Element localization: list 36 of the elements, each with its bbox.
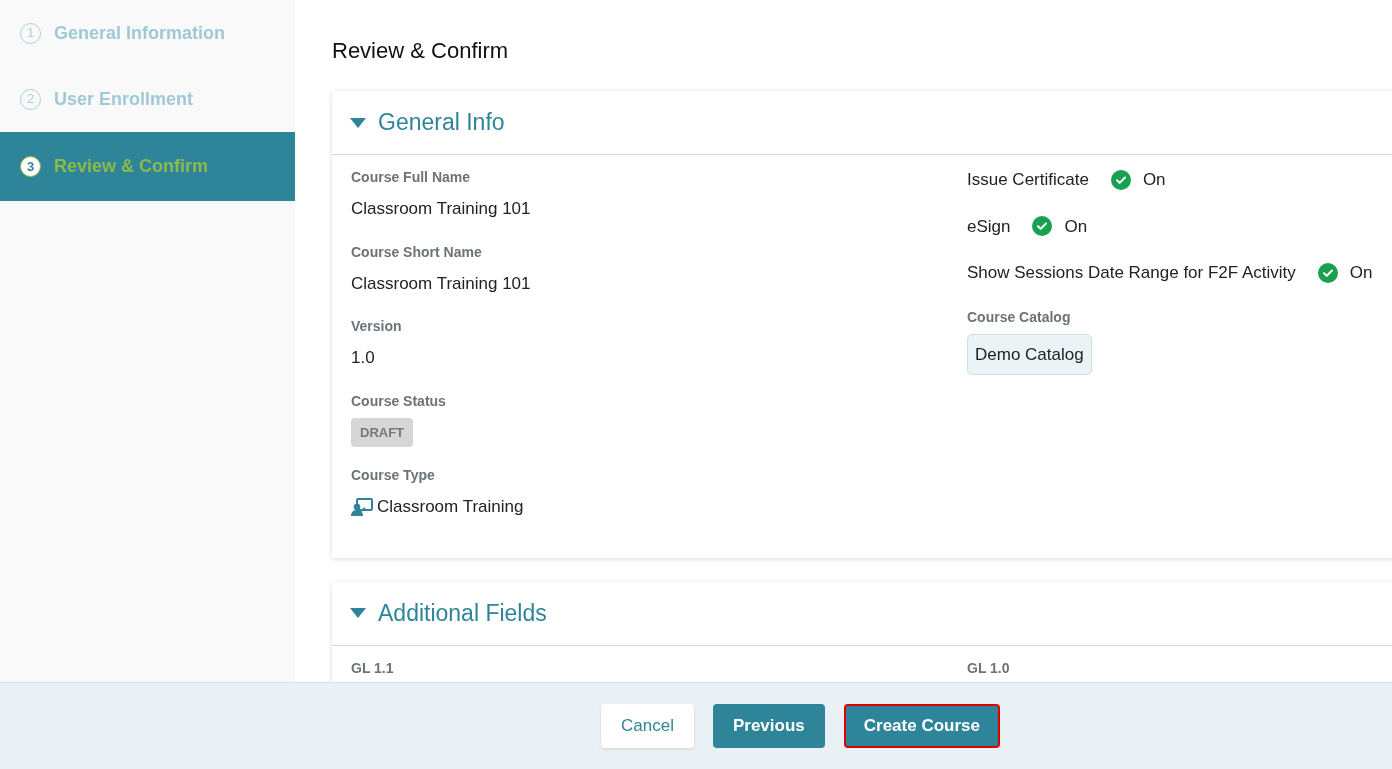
field-label: GL 1.0 [967, 658, 1010, 678]
field-value: Classroom Training [377, 496, 524, 518]
footer-button[interactable]: Previous [712, 704, 825, 748]
field-label: Version [351, 317, 403, 336]
field-label: Show Sessions Date Range for F2F Activity [967, 262, 1296, 284]
toggle-status: On [1349, 262, 1373, 284]
section-header[interactable]: Additional Fields [332, 581, 1392, 646]
footer-button[interactable]: Create Course [843, 704, 1000, 748]
step-label: General Information [54, 21, 226, 45]
page-title: Review & Confirm [332, 37, 510, 65]
field-value: Classroom Training 101 [351, 272, 532, 295]
caret-icon [350, 608, 366, 618]
field-label: Course Status [351, 391, 447, 411]
wizard-step[interactable]: 3 Review & Confirm [0, 132, 295, 201]
field-label: Course Type [351, 466, 436, 485]
field-value: 1.0 [351, 347, 376, 369]
section-header[interactable]: General Info [332, 91, 1392, 155]
field-label: GL 1.1 [351, 658, 395, 678]
caret-icon [350, 117, 366, 128]
field-label: Course Catalog [967, 307, 1072, 327]
step-label: User Enrollment [54, 87, 194, 111]
field-label: eSign [967, 215, 1011, 238]
toggle-status: On [1142, 169, 1166, 191]
toggle-status: On [1064, 215, 1088, 238]
step-label: Review & Confirm [54, 155, 209, 178]
footer-button[interactable]: Cancel [601, 704, 694, 748]
section-title: General Info [378, 108, 505, 138]
field-label: Issue Certificate [967, 169, 1089, 191]
step-number: 3 [20, 156, 41, 177]
field-value: Classroom Training 101 [351, 198, 532, 220]
field-label: Course Short Name [351, 242, 483, 262]
field-label: Course Full Name [351, 168, 472, 187]
section-title: Additional Fields [378, 598, 547, 628]
status-badge: DRAFT [351, 417, 414, 447]
catalog-chip: Demo Catalog [967, 333, 1092, 375]
classroom-icon [351, 497, 373, 516]
